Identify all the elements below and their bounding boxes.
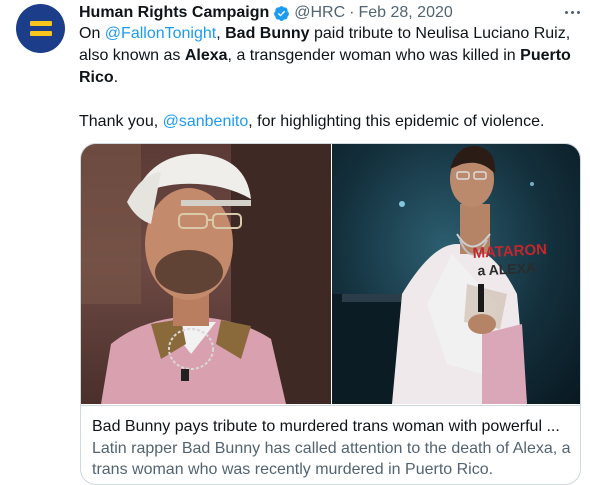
tweet-text: On @FallonTonight, Bad Bunny paid tribut… <box>79 23 584 133</box>
equality-logo-bottom-bar <box>29 31 52 36</box>
avatar[interactable] <box>16 4 65 53</box>
card-info[interactable]: Bad Bunny pays tribute to murdered trans… <box>81 405 580 484</box>
mention-fallontonight[interactable]: @FallonTonight <box>105 25 216 42</box>
handle[interactable]: @HRC <box>294 4 345 22</box>
card-image-performance: MATARON a ALEXA <box>332 144 580 404</box>
more-options-icon[interactable] <box>562 6 582 18</box>
card-description[interactable]: Latin rapper Bad Bunny has called attent… <box>92 438 576 480</box>
equality-logo-top-bar <box>29 21 52 26</box>
tweet-date[interactable]: Feb 28, 2020 <box>358 4 452 22</box>
tweet-header: Human Rights Campaign @HRC · Feb 28, 202… <box>79 3 453 23</box>
link-card[interactable]: MATARON a ALEXA Bad Bunny pays tribute t… <box>80 143 581 485</box>
card-media[interactable]: MATARON a ALEXA <box>81 144 580 404</box>
verified-badge-icon <box>274 5 290 21</box>
shirt-text-line2: a ALEXA <box>477 259 536 278</box>
tweet[interactable]: Human Rights Campaign @HRC · Feb 28, 202… <box>0 0 590 485</box>
shirt-text-line1: MATARON <box>472 241 547 262</box>
tweet-paragraph-2: Thank you, @sanbenito, for highlighting … <box>79 113 545 130</box>
card-title[interactable]: Bad Bunny pays tribute to murdered trans… <box>92 416 572 437</box>
display-name[interactable]: Human Rights Campaign <box>79 4 269 22</box>
tweet-paragraph-1: On @FallonTonight, Bad Bunny paid tribut… <box>79 25 571 86</box>
card-image-portrait <box>81 144 331 404</box>
separator-dot: · <box>349 4 355 21</box>
mention-sanbenito[interactable]: @sanbenito <box>163 113 249 130</box>
